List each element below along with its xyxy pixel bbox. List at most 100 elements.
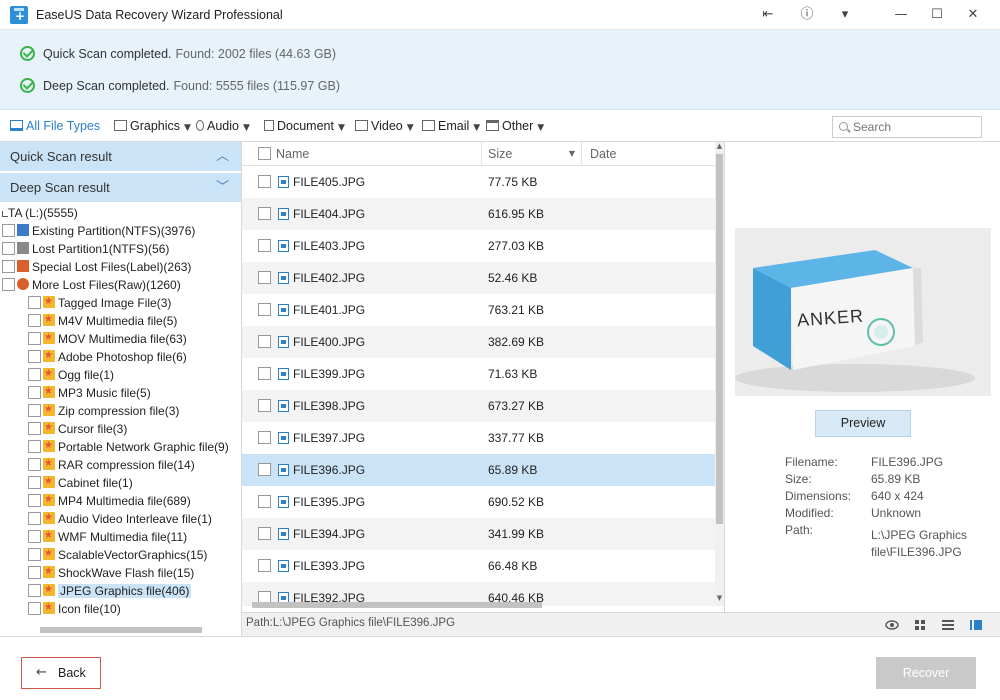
column-name[interactable]: Name [270,142,482,166]
file-list-horizontal-scrollbar[interactable] [242,600,715,610]
tree-item-drive[interactable]: TA (L:)(5555) [2,204,78,222]
recover-button[interactable]: Recover [876,657,976,689]
file-row[interactable]: FILE404.JPG 616.95 KB [242,198,715,230]
tree-item-more-lost-files[interactable]: More Lost Files(Raw)(1260) [2,276,181,294]
checkbox[interactable] [28,548,41,561]
tree-item-file-type[interactable]: Tagged Image File(3) [28,293,171,312]
scrollbar-thumb[interactable] [716,154,723,524]
menu-icon[interactable]: ▾ [834,4,856,26]
file-row[interactable]: FILE405.JPG 77.75 KB [242,166,715,198]
file-row[interactable]: FILE399.JPG 71.63 KB [242,358,715,390]
file-row[interactable]: FILE401.JPG 763.21 KB [242,294,715,326]
tree-item-file-type[interactable]: ScalableVectorGraphics(15) [28,545,207,564]
quick-scan-result-header[interactable]: Quick Scan result ︿ [0,142,241,172]
checkbox[interactable] [28,512,41,525]
tree-item-file-type[interactable]: Ogg file(1) [28,365,114,384]
filter-email[interactable]: Email ▼ [422,117,480,135]
tree-item-file-type[interactable]: M4V Multimedia file(5) [28,311,177,330]
file-row[interactable]: FILE397.JPG 337.77 KB [242,422,715,454]
close-button[interactable]: ✕ [962,4,984,26]
column-size[interactable]: Size ▼ [482,142,582,166]
tree-item-jpeg-selected[interactable]: JPEG Graphics file(406) [28,581,192,600]
tree-item-file-type[interactable]: Cabinet file(1) [28,473,133,492]
maximize-button[interactable]: ☐ [926,4,948,26]
checkbox[interactable] [28,494,41,507]
file-row[interactable]: FILE394.JPG 341.99 KB [242,518,715,550]
checkbox[interactable] [258,431,271,444]
checkbox[interactable] [258,527,271,540]
minimize-button[interactable]: — [890,4,912,26]
checkbox[interactable] [28,602,41,615]
tree-item-file-type[interactable]: RAR compression file(14) [28,455,195,474]
grid-view-icon[interactable] [913,618,927,632]
filter-audio[interactable]: Audio ▼ [196,117,250,135]
tree-item-special-lost-files[interactable]: Special Lost Files(Label)(263) [2,258,191,276]
eye-icon[interactable] [885,618,899,632]
filter-other[interactable]: Other ▼ [486,117,544,135]
scroll-down-icon[interactable]: ▼ [715,594,724,603]
tree-item-file-type[interactable]: MP3 Music file(5) [28,383,151,402]
checkbox[interactable] [28,314,41,327]
tree-item-file-type[interactable]: Cursor file(3) [28,419,127,438]
file-row[interactable]: FILE395.JPG 690.52 KB [242,486,715,518]
checkbox[interactable] [28,584,41,597]
tree-item-file-type[interactable]: Audio Video Interleave file(1) [28,509,212,528]
checkbox[interactable] [2,224,15,237]
checkbox[interactable] [258,399,271,412]
checkbox[interactable] [28,332,41,345]
file-row[interactable]: FILE402.JPG 52.46 KB [242,262,715,294]
scroll-up-icon[interactable]: ▲ [715,142,724,151]
filter-all-file-types[interactable]: All File Types [10,117,100,135]
scrollbar-thumb[interactable] [252,602,542,608]
file-row-selected[interactable]: FILE396.JPG 65.89 KB [242,454,715,486]
checkbox[interactable] [2,242,15,255]
detail-view-icon[interactable] [969,618,983,632]
tree-item-file-type[interactable]: Zip compression file(3) [28,401,179,420]
preview-button[interactable]: Preview [815,410,911,437]
filter-video[interactable]: Video ▼ [355,117,414,135]
checkbox[interactable] [28,566,41,579]
file-row[interactable]: FILE400.JPG 382.69 KB [242,326,715,358]
file-row[interactable]: FILE403.JPG 277.03 KB [242,230,715,262]
checkbox[interactable] [258,495,271,508]
checkbox[interactable] [28,422,41,435]
checkbox[interactable] [28,476,41,489]
tree-item-file-type[interactable]: Adobe Photoshop file(6) [28,347,187,366]
checkbox[interactable] [28,458,41,471]
tree-item-file-type[interactable]: MP4 Multimedia file(689) [28,491,191,510]
checkbox[interactable] [28,404,41,417]
help-icon[interactable]: ⓘ [796,4,818,26]
checkbox[interactable] [28,440,41,453]
file-row[interactable]: FILE398.JPG 673.27 KB [242,390,715,422]
checkbox[interactable] [258,463,271,476]
tree-item-file-type[interactable]: MOV Multimedia file(63) [28,329,187,348]
column-date[interactable]: Date [584,142,715,166]
checkbox[interactable] [258,207,271,220]
search-field[interactable] [832,116,982,138]
checkbox[interactable] [258,175,271,188]
checkbox[interactable] [258,239,271,252]
checkbox[interactable] [28,296,41,309]
tree-item-file-type[interactable]: WMF Multimedia file(11) [28,527,187,546]
login-icon[interactable]: ⇤ [757,4,779,26]
checkbox[interactable] [258,335,271,348]
file-row[interactable]: FILE393.JPG 66.48 KB [242,550,715,582]
list-view-icon[interactable] [941,618,955,632]
checkbox[interactable] [2,278,15,291]
scrollbar-thumb[interactable] [40,627,202,633]
checkbox[interactable] [258,303,271,316]
back-button[interactable]: ← Back [21,657,101,689]
checkbox[interactable] [28,386,41,399]
tree-item-file-type[interactable]: Icon file(10) [28,599,121,618]
checkbox[interactable] [28,368,41,381]
tree-horizontal-scrollbar[interactable] [4,626,238,634]
tree-item-file-type[interactable]: Portable Network Graphic file(9) [28,437,229,456]
checkbox[interactable] [2,260,15,273]
filter-graphics[interactable]: Graphics ▼ [114,117,191,135]
checkbox[interactable] [258,271,271,284]
tree-item-lost-partition[interactable]: Lost Partition1(NTFS)(56) [2,240,169,258]
checkbox[interactable] [258,559,271,572]
checkbox[interactable] [28,530,41,543]
tree-item-existing-partition[interactable]: Existing Partition(NTFS)(3976) [2,222,195,240]
deep-scan-result-header[interactable]: Deep Scan result ﹀ [0,173,241,203]
